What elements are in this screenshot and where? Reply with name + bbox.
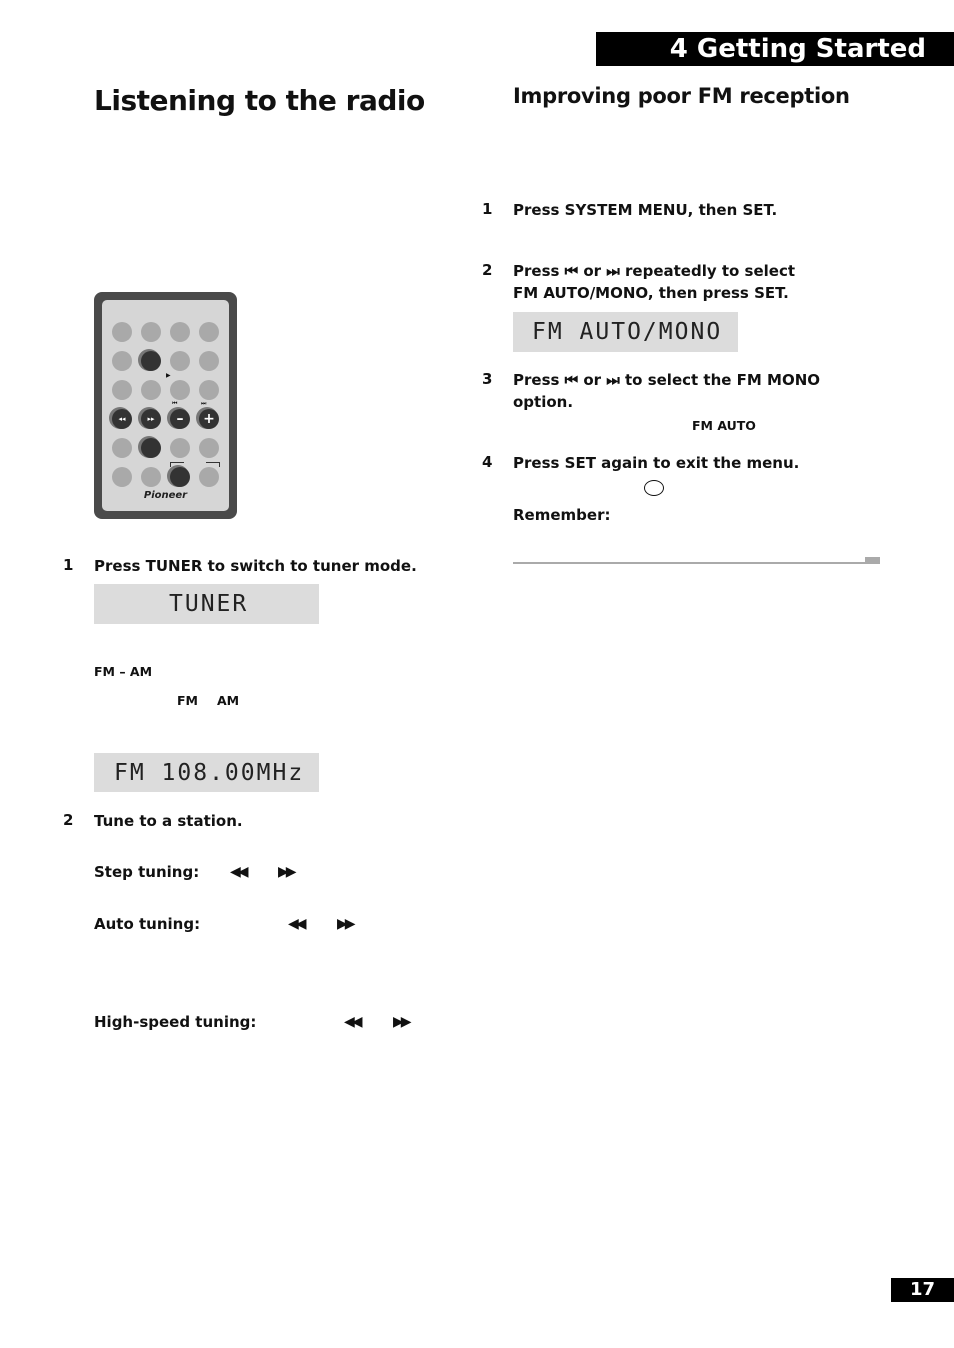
- rewind-icon: ◀◀: [230, 864, 248, 880]
- remote-button: [112, 322, 132, 342]
- remote-button: [112, 467, 132, 487]
- tuning-method-label: Step tuning:: [94, 863, 200, 881]
- pioneer-logo: Pioneer: [143, 490, 188, 501]
- rewind-icon: ◀◀: [344, 1014, 362, 1030]
- step-number: 3: [482, 370, 493, 388]
- lcd-display-frequency: FM 108.00MHz: [94, 753, 319, 792]
- step-text: Press TUNER to switch to tuner mode.: [94, 557, 417, 575]
- minus-icon: –: [170, 409, 190, 429]
- step-text-line: Press ⏮ or ⏭ to select the FM MONO: [513, 371, 821, 389]
- band-toggle-label: FM – AM: [94, 664, 153, 679]
- step-text-line: option.: [513, 393, 574, 411]
- fast-forward-icon: ▶▶: [337, 916, 355, 932]
- section-title: Improving poor FM reception: [513, 84, 850, 108]
- page-number: 17: [891, 1278, 954, 1302]
- mono-indicator-icon: [644, 480, 664, 496]
- remote-button: [170, 438, 190, 458]
- step-text: Press SET again to exit the menu.: [513, 454, 800, 472]
- step-text-line: FM AUTO/MONO, then press SET.: [513, 284, 789, 302]
- remote-button: [170, 380, 190, 400]
- step-number: 2: [63, 811, 74, 829]
- tuning-method-label: Auto tuning:: [94, 915, 201, 933]
- rewind-icon: ◀◀: [288, 916, 306, 932]
- step-text: Press SYSTEM MENU, then SET.: [513, 201, 778, 219]
- remember-label: Remember:: [513, 506, 611, 524]
- prev-track-label-icon: ⏮: [172, 400, 178, 407]
- next-track-label-icon: ⏭: [201, 400, 207, 407]
- remote-button: [112, 438, 132, 458]
- plus-icon: +: [199, 409, 219, 429]
- step-number: 2: [482, 261, 493, 279]
- lcd-display-fm-mode: FM AUTO/MONO: [513, 312, 738, 352]
- fast-forward-icon: ▸▸: [141, 409, 161, 429]
- band-am-label: AM: [217, 693, 240, 708]
- remote-button: [141, 322, 161, 342]
- fm-auto-note: FM AUTO: [692, 418, 756, 433]
- tuning-method-label: High-speed tuning:: [94, 1013, 257, 1031]
- page-title: Listening to the radio: [94, 84, 425, 117]
- band-fm-label: FM: [177, 693, 198, 708]
- lcd-display-tuner: TUNER: [94, 584, 319, 624]
- remote-button: [112, 351, 132, 371]
- rewind-icon: ◂◂: [112, 409, 132, 429]
- play-marker-icon: ▶: [166, 372, 171, 379]
- step-text-line: Press ⏮ or ⏭ repeatedly to select: [513, 262, 796, 280]
- remote-button: [170, 351, 190, 371]
- band-button-highlight: [141, 438, 161, 458]
- step-text: Tune to a station.: [94, 812, 243, 830]
- fast-forward-icon: ▶▶: [393, 1014, 411, 1030]
- system-menu-button-highlight: [170, 467, 190, 487]
- chapter-header: 4 Getting Started: [596, 32, 954, 66]
- divider-rule-end: [865, 557, 880, 564]
- remote-button: [199, 351, 219, 371]
- step-number: 1: [482, 200, 493, 218]
- remote-button: [199, 438, 219, 458]
- remote-face: ▶ ⏮ ⏭ ◂◂ ▸▸ – + Pioneer: [102, 300, 229, 511]
- tuner-button-highlight: [141, 351, 161, 371]
- remote-button: [141, 380, 161, 400]
- remote-button: [199, 380, 219, 400]
- divider-rule: [513, 562, 865, 564]
- remote-button: [199, 467, 219, 487]
- remote-button: [170, 322, 190, 342]
- fast-forward-icon: ▶▶: [278, 864, 296, 880]
- step-number: 1: [63, 556, 74, 574]
- remote-control-illustration: ▶ ⏮ ⏭ ◂◂ ▸▸ – + Pioneer: [94, 292, 237, 519]
- remote-button: [141, 467, 161, 487]
- remote-button: [112, 380, 132, 400]
- remote-button: [199, 322, 219, 342]
- step-number: 4: [482, 453, 493, 471]
